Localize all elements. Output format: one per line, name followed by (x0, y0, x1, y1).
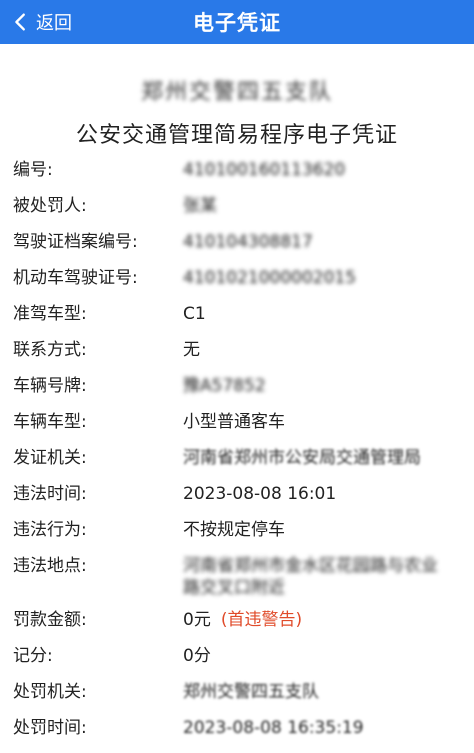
field-value: 豫A57852 (183, 376, 266, 396)
document-title: 公安交通管理简易程序电子凭证 (75, 123, 398, 148)
field-penalty-office: 处罚机关: 郑州交警四五支队 (0, 681, 474, 717)
field-label: 车辆车型: (13, 412, 87, 432)
field-value: 河南省郑州市金水区花园路与农业路交叉口附近 (183, 556, 438, 598)
field-value: 410104308817 (183, 232, 313, 252)
field-points: 记分: 0分 (0, 645, 474, 681)
back-button[interactable]: 返回 (10, 0, 72, 44)
field-violation-time: 违法时间: 2023-08-08 16:01 (0, 483, 474, 519)
field-label: 驾驶证档案编号: (13, 232, 138, 252)
field-number: 编号: 410100160113620 (0, 159, 474, 195)
field-contact: 联系方式: 无 (0, 339, 474, 375)
field-value: C1 (183, 304, 206, 324)
field-value: 410100160113620 (183, 160, 346, 180)
field-label: 被处罚人: (13, 196, 87, 216)
field-label: 处罚机关: (13, 682, 87, 702)
field-value: 0分 (183, 646, 211, 666)
field-fine: 罚款金额: 0元 (首违警告) (0, 609, 474, 645)
field-value: 4101021000002015 (183, 268, 357, 288)
field-label: 编号: (13, 160, 53, 180)
field-violation-act: 违法行为: 不按规定停车 (0, 519, 474, 555)
nav-bar: 返回 电子凭证 (0, 0, 474, 44)
field-label: 准驾车型: (13, 304, 87, 324)
field-value: 2023-08-08 16:01 (183, 484, 337, 504)
field-violation-place: 违法地点: 河南省郑州市金水区花园路与农业路交叉口附近 (0, 555, 474, 609)
field-value: 无 (183, 340, 200, 360)
field-label: 记分: (13, 646, 53, 666)
field-label: 处罚时间: (13, 718, 87, 738)
field-driver-license-no: 机动车驾驶证号: 4101021000002015 (0, 267, 474, 303)
certificate-fields: 编号: 410100160113620 被处罚人: 张某 驾驶证档案编号: 41… (0, 159, 474, 753)
field-plate: 车辆号牌: 豫A57852 (0, 375, 474, 411)
field-license-file-no: 驾驶证档案编号: 410104308817 (0, 231, 474, 267)
back-label: 返回 (36, 13, 72, 34)
fine-amount: 0元 (183, 610, 211, 630)
field-value: 0元 (首违警告) (183, 609, 474, 631)
chevron-left-icon (15, 13, 25, 31)
fine-warning-note: (首违警告) (220, 610, 303, 630)
certificate-header: 郑州交警四五支队 公安交通管理简易程序电子凭证 (0, 44, 474, 149)
field-license-class: 准驾车型: C1 (0, 303, 474, 339)
field-label: 联系方式: (13, 340, 87, 360)
field-value: 2023-08-08 16:35:19 (183, 718, 364, 738)
field-value: 不按规定停车 (183, 520, 285, 540)
agency-name: 郑州交警四五支队 (140, 80, 333, 105)
field-vehicle-type: 车辆车型: 小型普通客车 (0, 411, 474, 447)
field-value: 张某 (183, 196, 217, 216)
field-label: 违法时间: (13, 484, 87, 504)
field-value: 小型普通客车 (183, 412, 285, 432)
field-label: 罚款金额: (13, 610, 87, 630)
field-offender: 被处罚人: 张某 (0, 195, 474, 231)
field-label: 违法地点: (13, 556, 87, 576)
field-label: 机动车驾驶证号: (13, 268, 138, 288)
field-penalty-time: 处罚时间: 2023-08-08 16:35:19 (0, 717, 474, 753)
field-issuing-office: 发证机关: 河南省郑州市公安局交通管理局 (0, 447, 474, 483)
field-value: 郑州交警四五支队 (183, 682, 319, 702)
field-label: 违法行为: (13, 520, 87, 540)
field-value: 河南省郑州市公安局交通管理局 (183, 448, 421, 468)
field-label: 发证机关: (13, 448, 87, 468)
field-label: 车辆号牌: (13, 376, 87, 396)
